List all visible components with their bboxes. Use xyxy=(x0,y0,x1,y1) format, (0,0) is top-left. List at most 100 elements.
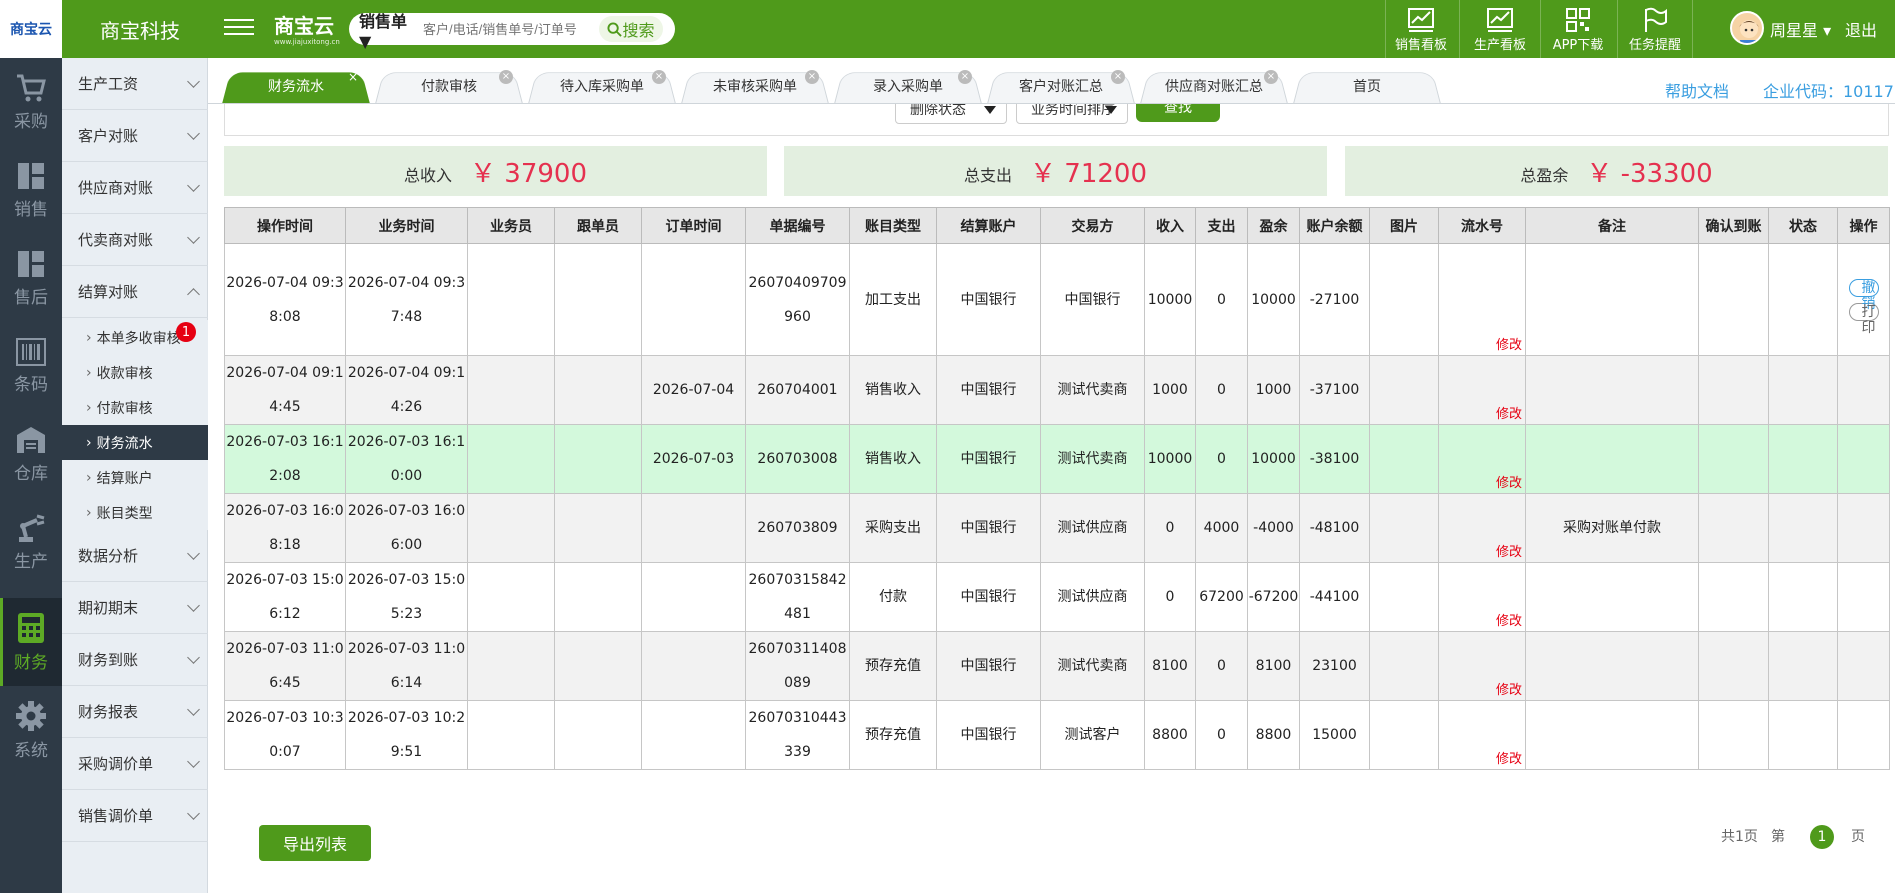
tab-pending-inbound-po[interactable]: 待入库采购单 × xyxy=(528,68,676,104)
submenu-item-production-wage[interactable]: 生产工资 xyxy=(62,58,208,110)
column-header: 结算账户 xyxy=(936,207,1041,244)
submenu-item-supplier-recon[interactable]: 供应商对账 xyxy=(62,162,208,214)
cell-value: 26070315842481 xyxy=(748,572,847,622)
undo-button[interactable]: 撤销 xyxy=(1848,278,1879,312)
tab-home[interactable]: 首页 xyxy=(1293,68,1441,104)
table-row[interactable]: 2026-07-03 16:08:18 2026-07-03 16:06:00 26… xyxy=(224,493,1890,563)
table-cell xyxy=(1698,700,1769,770)
submenu-sub-overcharge-review[interactable]: 本单多收审核1 xyxy=(62,320,208,355)
rail-item-aftersales[interactable]: 售后 xyxy=(0,234,62,322)
submenu-label: 财务到账 xyxy=(78,651,139,669)
tab-payment-review[interactable]: 付款审核 × xyxy=(375,68,523,104)
submenu-item-arrival[interactable]: 财务到账 xyxy=(62,634,208,686)
submenu-sub-cash-flow[interactable]: 财务流水 xyxy=(62,425,208,460)
close-icon[interactable]: × xyxy=(499,70,513,84)
export-list-button[interactable]: 导出列表 xyxy=(259,825,371,861)
table-cell: 4000 xyxy=(1195,493,1248,563)
table-row[interactable]: 2026-07-03 11:06:45 2026-07-03 11:06:14 26… xyxy=(224,631,1890,701)
search-button[interactable]: 搜索 xyxy=(599,16,663,42)
summary-value: ￥ 37900 xyxy=(470,158,587,189)
column-header: 账户余额 xyxy=(1299,207,1370,244)
robot-arm-icon xyxy=(19,514,45,542)
edit-link[interactable]: 修改 xyxy=(1496,615,1522,629)
cell-value: 2026-07-03 15:06:12 xyxy=(226,572,344,622)
submenu-item-customer-recon[interactable]: 客户对账 xyxy=(62,110,208,162)
table-row[interactable]: 2026-07-03 10:30:07 2026-07-03 10:29:51 26… xyxy=(224,700,1890,770)
table-cell xyxy=(467,562,555,632)
tab-label: 客户对账汇总 xyxy=(1019,79,1103,95)
app-logo[interactable]: 商宝云 xyxy=(0,0,62,58)
edit-link[interactable]: 修改 xyxy=(1496,546,1522,560)
rail-item-purchase[interactable]: 采购 xyxy=(0,58,62,146)
brand-url: www.jiajuxitong.cn xyxy=(274,38,340,46)
edit-link[interactable]: 修改 xyxy=(1496,477,1522,491)
cell-value: 260703008 xyxy=(757,451,838,467)
tab-supplier-recon-summary[interactable]: 供应商对账汇总 × xyxy=(1140,68,1288,104)
submenu-sub-account-type[interactable]: 账目类型 xyxy=(62,495,208,530)
submenu-item-reports[interactable]: 财务报表 xyxy=(62,686,208,738)
submenu-item-period[interactable]: 期初期末 xyxy=(62,582,208,634)
table-row[interactable]: 2026-07-04 09:14:45 2026-07-04 09:14:26 20… xyxy=(224,355,1890,425)
cell-value: 2026-07-03 11:06:14 xyxy=(347,641,466,691)
rail-item-finance[interactable]: 财务 xyxy=(0,598,62,686)
rail-item-sales[interactable]: 销售 xyxy=(0,146,62,234)
submenu-sub-receipt-review[interactable]: 收款审核 xyxy=(62,355,208,390)
edit-link[interactable]: 修改 xyxy=(1496,753,1522,767)
close-icon[interactable]: × xyxy=(958,70,972,84)
table-cell: -37100 xyxy=(1299,355,1370,425)
submenu-item-settlement-recon[interactable]: 结算对账 xyxy=(62,266,208,318)
table-row[interactable]: 2026-07-03 15:06:12 2026-07-03 15:05:23 26… xyxy=(224,562,1890,632)
app-download-link[interactable]: APP下载 xyxy=(1540,0,1616,58)
cell-value: 15000 xyxy=(1312,727,1357,743)
edit-link[interactable]: 修改 xyxy=(1496,684,1522,698)
submenu-item-data-analysis[interactable]: 数据分析 xyxy=(62,530,208,582)
tab-unreviewed-po[interactable]: 未审核采购单 × xyxy=(681,68,829,104)
submenu-sub-payment-review[interactable]: 付款审核 xyxy=(62,390,208,425)
tab-customer-recon-summary[interactable]: 客户对账汇总 × xyxy=(987,68,1135,104)
close-icon[interactable]: × xyxy=(1264,70,1278,84)
tab-enter-po[interactable]: 录入采购单 × xyxy=(834,68,982,104)
logout-link[interactable]: 退出 xyxy=(1845,17,1877,41)
table-cell xyxy=(554,243,642,356)
rail-item-system[interactable]: 系统 xyxy=(0,686,62,774)
sort-select[interactable]: 业务时间排序 xyxy=(1016,104,1128,124)
avatar[interactable] xyxy=(1730,11,1764,45)
sales-board-link[interactable]: 销售看板 xyxy=(1385,0,1457,58)
submenu-item-purchase-price-adjust[interactable]: 采购调价单 xyxy=(62,738,208,790)
delete-status-select[interactable]: 删除状态 xyxy=(895,104,1007,124)
tab-cash-flow[interactable]: 财务流水 × xyxy=(222,68,370,104)
table-cell xyxy=(1837,700,1890,770)
rail-item-barcode[interactable]: 条码 xyxy=(0,322,62,410)
summary-expense: 总支出 ￥ 71200 xyxy=(784,146,1327,196)
close-icon[interactable]: × xyxy=(652,70,666,84)
edit-link[interactable]: 修改 xyxy=(1496,408,1522,422)
table-row[interactable]: 2026-07-03 16:12:08 2026-07-03 16:10:00 20… xyxy=(224,424,1890,494)
query-button[interactable]: 查找 xyxy=(1136,104,1220,122)
table-cell: 0 xyxy=(1195,424,1248,494)
rail-item-warehouse[interactable]: 仓库 xyxy=(0,410,62,498)
menu-toggle-icon[interactable] xyxy=(224,14,254,42)
table-cell xyxy=(1369,243,1439,356)
pager-suffix: 页 xyxy=(1851,829,1865,845)
edit-link[interactable]: 修改 xyxy=(1496,339,1522,353)
search-type-select[interactable]: 销售单 ▼ xyxy=(349,8,423,51)
production-board-link[interactable]: 生产看板 xyxy=(1462,0,1538,58)
close-icon[interactable]: × xyxy=(346,70,360,84)
submenu-label: 期初期末 xyxy=(78,599,139,617)
rail-item-production[interactable]: 生产 xyxy=(0,498,62,586)
submenu-sub-settlement-account[interactable]: 结算账户 xyxy=(62,460,208,495)
search-input[interactable] xyxy=(423,21,595,37)
cell-value: 10000 xyxy=(1147,291,1193,308)
user-menu[interactable]: 周星星 ▾ xyxy=(1770,17,1831,41)
close-icon[interactable]: × xyxy=(1111,70,1125,84)
print-button[interactable]: 打印 xyxy=(1848,302,1879,336)
column-header: 图片 xyxy=(1369,207,1439,244)
pager-current-page[interactable]: 1 xyxy=(1810,825,1834,849)
help-docs-link[interactable]: 帮助文档 xyxy=(1665,78,1729,102)
submenu-item-consignor-recon[interactable]: 代卖商对账 xyxy=(62,214,208,266)
close-icon[interactable]: × xyxy=(805,70,819,84)
submenu-item-sales-price-adjust[interactable]: 销售调价单 xyxy=(62,790,208,842)
task-reminder-link[interactable]: 任务提醒 xyxy=(1620,0,1690,58)
table-row[interactable]: 2026-07-04 09:38:08 2026-07-04 09:37:48 26… xyxy=(224,243,1890,356)
table-cell xyxy=(1369,562,1439,632)
